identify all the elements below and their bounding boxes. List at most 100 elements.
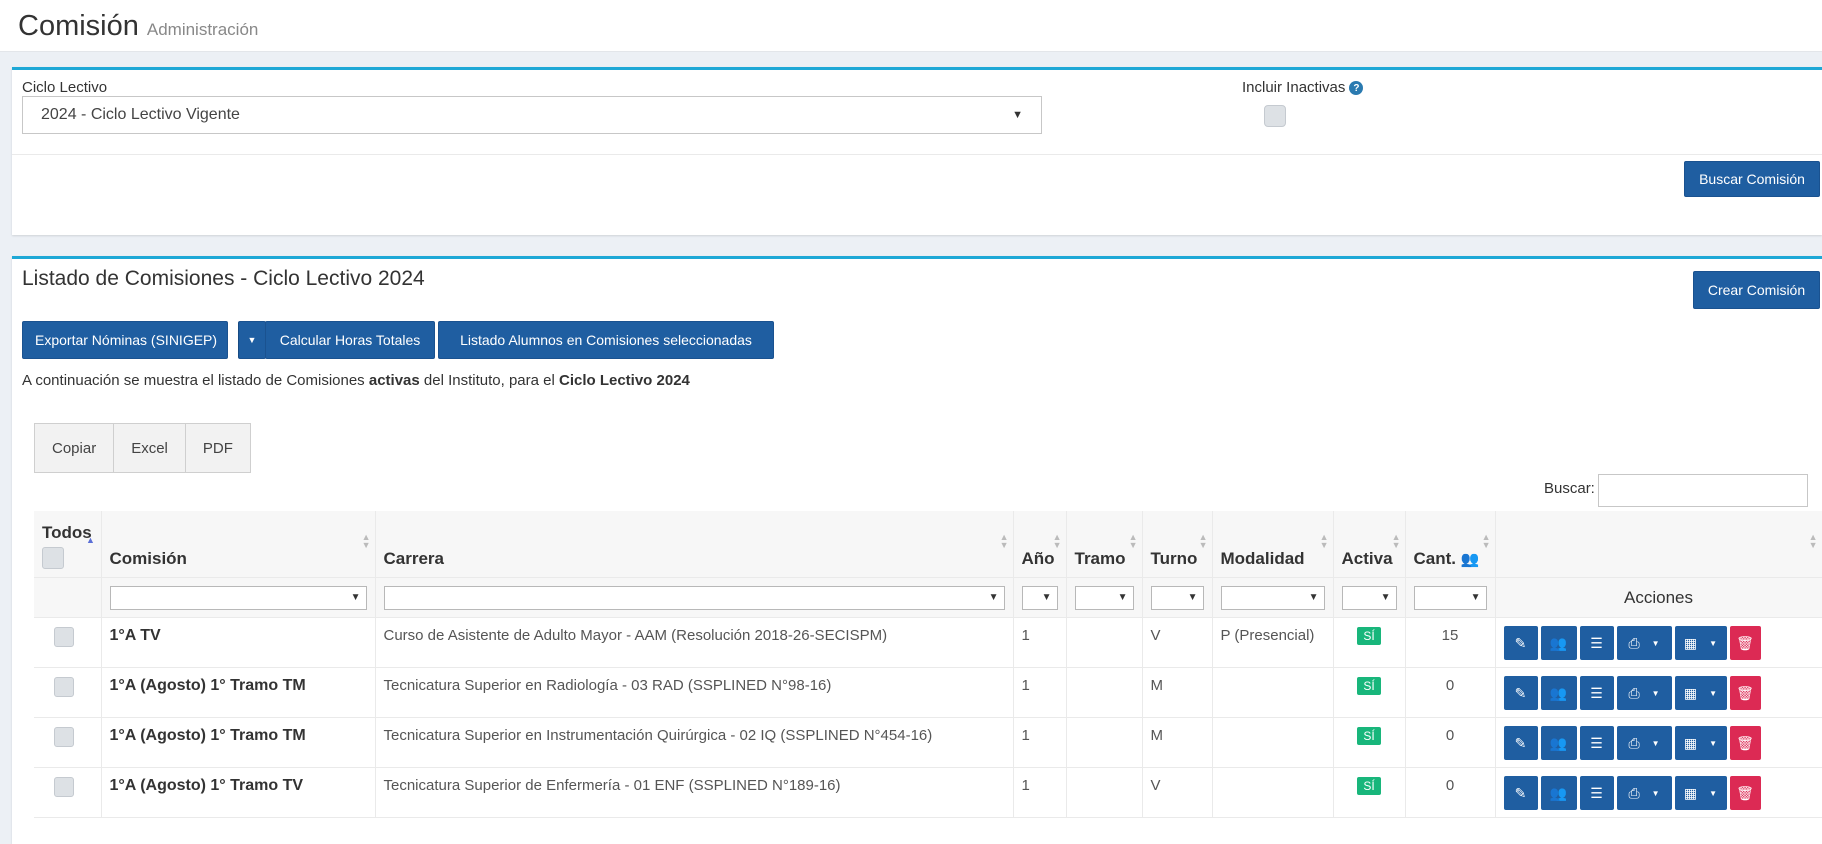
row-checkbox[interactable] bbox=[54, 727, 74, 747]
info-prefix: A continuación se muestra el listado de … bbox=[22, 372, 369, 389]
students-button[interactable]: 👥 bbox=[1540, 726, 1577, 760]
cell-activa: SÍ bbox=[1333, 617, 1406, 668]
edit-button[interactable]: ✎ bbox=[1503, 726, 1538, 760]
list-button[interactable]: ☰ bbox=[1579, 726, 1614, 760]
filter-carrera-select[interactable]: ▼ bbox=[383, 585, 1005, 610]
edit-button[interactable]: ✎ bbox=[1503, 776, 1538, 810]
excel-export-button[interactable]: ▦ ▼ bbox=[1674, 776, 1727, 810]
col-anio-label: Año bbox=[1021, 549, 1055, 568]
filter-turno[interactable]: ▼ bbox=[1142, 577, 1213, 618]
filter-comision-select[interactable]: ▼ bbox=[109, 585, 367, 610]
buscar-comision-button[interactable]: Buscar Comisión bbox=[1684, 161, 1820, 197]
cell-modalidad bbox=[1212, 667, 1334, 718]
pdf-button[interactable]: PDF bbox=[186, 424, 250, 472]
col-anio[interactable]: Año ▲ ▼ bbox=[1013, 511, 1067, 578]
listado-alumnos-button[interactable]: Listado Alumnos en Comisiones selecciona… bbox=[438, 321, 774, 359]
excel-export-button[interactable]: ▦ ▼ bbox=[1674, 626, 1727, 660]
row-checkbox[interactable] bbox=[54, 677, 74, 697]
filter-cant-select[interactable]: ▼ bbox=[1413, 585, 1487, 610]
delete-button[interactable]: 🗑 bbox=[1729, 676, 1761, 710]
print-button[interactable]: ⎙ ▼ bbox=[1616, 626, 1672, 660]
trash-icon: 🗑 bbox=[1736, 734, 1754, 751]
file-excel-icon: ▦ bbox=[1683, 784, 1698, 801]
filter-anio[interactable]: ▼ bbox=[1013, 577, 1067, 618]
cell-anio: 1 bbox=[1013, 717, 1067, 768]
exportar-nominas-button[interactable]: Exportar Nóminas (SINIGEP) bbox=[22, 321, 228, 359]
ciclo-select-value: 2024 - Ciclo Lectivo Vigente bbox=[41, 106, 240, 123]
edit-button[interactable]: ✎ bbox=[1503, 626, 1538, 660]
inactivas-checkbox[interactable] bbox=[1264, 105, 1286, 127]
filter-comision[interactable]: ▼ bbox=[101, 577, 376, 618]
filter-carrera[interactable]: ▼ bbox=[375, 577, 1014, 618]
delete-button[interactable]: 🗑 bbox=[1729, 726, 1761, 760]
caret-down-icon: ▼ bbox=[1651, 738, 1660, 748]
cell-tramo bbox=[1066, 767, 1143, 818]
table-row[interactable]: 1°A (Agosto) 1° Tramo TV Tecnicatura Sup… bbox=[34, 767, 1822, 818]
cell-anio: 1 bbox=[1013, 767, 1067, 818]
col-activa[interactable]: Activa ▲ ▼ bbox=[1333, 511, 1406, 578]
print-button[interactable]: ⎙ ▼ bbox=[1616, 776, 1672, 810]
filter-cant[interactable]: ▼ bbox=[1405, 577, 1496, 618]
cell-modalidad bbox=[1212, 767, 1334, 818]
print-button[interactable]: ⎙ ▼ bbox=[1616, 726, 1672, 760]
filter-modalidad[interactable]: ▼ bbox=[1212, 577, 1334, 618]
activa-badge: SÍ bbox=[1357, 777, 1381, 795]
table-row[interactable]: 1°A (Agosto) 1° Tramo TM Tecnicatura Sup… bbox=[34, 667, 1822, 718]
row-checkbox[interactable] bbox=[54, 627, 74, 647]
ciclo-select[interactable]: 2024 - Ciclo Lectivo Vigente ▼ bbox=[22, 96, 1042, 134]
delete-button[interactable]: 🗑 bbox=[1729, 626, 1761, 660]
excel-export-button[interactable]: ▦ ▼ bbox=[1674, 726, 1727, 760]
col-todos[interactable]: Todos ▲ bbox=[34, 511, 102, 578]
info-bold-ciclo: Ciclo Lectivo 2024 bbox=[558, 372, 690, 389]
col-cant[interactable]: Cant. 👥 ▲ ▼ bbox=[1405, 511, 1496, 578]
select-all-checkbox[interactable] bbox=[42, 547, 64, 569]
excel-export-button[interactable]: ▦ ▼ bbox=[1674, 676, 1727, 710]
col-turno[interactable]: Turno ▲ ▼ bbox=[1142, 511, 1213, 578]
help-icon[interactable]: ? bbox=[1349, 81, 1364, 96]
export-buttons-group: Copiar Excel PDF bbox=[34, 423, 251, 473]
table-row[interactable]: 1°A TV Curso de Asistente de Adulto Mayo… bbox=[34, 617, 1822, 668]
students-button[interactable]: 👥 bbox=[1540, 626, 1577, 660]
students-button[interactable]: 👥 bbox=[1540, 676, 1577, 710]
cell-anio: 1 bbox=[1013, 667, 1067, 718]
calcular-horas-button[interactable]: Calcular Horas Totales bbox=[265, 321, 435, 359]
students-button[interactable]: 👥 bbox=[1540, 776, 1577, 810]
table-row[interactable]: 1°A (Agosto) 1° Tramo TM Tecnicatura Sup… bbox=[34, 717, 1822, 768]
filter-anio-select[interactable]: ▼ bbox=[1021, 585, 1058, 610]
excel-button[interactable]: Excel bbox=[114, 424, 186, 472]
copiar-button[interactable]: Copiar bbox=[35, 424, 115, 472]
row-checkbox[interactable] bbox=[54, 777, 74, 797]
users-icon: 👥 bbox=[1549, 734, 1568, 751]
edit-button[interactable]: ✎ bbox=[1503, 676, 1538, 710]
col-comision[interactable]: Comisión ▲ ▼ bbox=[101, 511, 376, 578]
cell-cant: 0 bbox=[1405, 717, 1496, 768]
delete-button[interactable]: 🗑 bbox=[1729, 776, 1761, 810]
inactivas-label: Incluir Inactivas? bbox=[1242, 79, 1364, 96]
filter-modalidad-select[interactable]: ▼ bbox=[1220, 585, 1325, 610]
cell-acciones: ✎ 👥 ☰ ⎙ ▼ ▦ ▼ 🗑 bbox=[1495, 767, 1822, 818]
filter-tramo[interactable]: ▼ bbox=[1066, 577, 1143, 618]
todos-label: Todos bbox=[42, 523, 92, 542]
col-carrera[interactable]: Carrera ▲ ▼ bbox=[375, 511, 1014, 578]
search-input[interactable] bbox=[1598, 474, 1808, 507]
list-button[interactable]: ☰ bbox=[1579, 776, 1614, 810]
cell-turno: M bbox=[1142, 717, 1213, 768]
filter-turno-select[interactable]: ▼ bbox=[1150, 585, 1204, 610]
col-modalidad[interactable]: Modalidad ▲ ▼ bbox=[1212, 511, 1334, 578]
crear-comision-button[interactable]: Crear Comisión bbox=[1693, 271, 1820, 309]
caret-down-icon: ▼ bbox=[1651, 638, 1660, 648]
page-title: Comisión bbox=[18, 10, 139, 42]
exportar-dropdown-toggle[interactable]: ▼ bbox=[238, 321, 266, 359]
list-button[interactable]: ☰ bbox=[1579, 626, 1614, 660]
col-acciones-sort[interactable]: ▲ ▼ bbox=[1495, 511, 1822, 578]
edit-icon: ✎ bbox=[1514, 784, 1527, 801]
list-button[interactable]: ☰ bbox=[1579, 676, 1614, 710]
filter-activa-select[interactable]: ▼ bbox=[1341, 585, 1397, 610]
listing-panel: Listado de Comisiones - Ciclo Lectivo 20… bbox=[12, 256, 1822, 844]
filter-activa[interactable]: ▼ bbox=[1333, 577, 1406, 618]
cell-comision: 1°A (Agosto) 1° Tramo TV bbox=[101, 767, 376, 818]
col-tramo[interactable]: Tramo ▲ ▼ bbox=[1066, 511, 1143, 578]
filter-tramo-select[interactable]: ▼ bbox=[1074, 585, 1134, 610]
edit-icon: ✎ bbox=[1514, 634, 1527, 651]
print-button[interactable]: ⎙ ▼ bbox=[1616, 676, 1672, 710]
